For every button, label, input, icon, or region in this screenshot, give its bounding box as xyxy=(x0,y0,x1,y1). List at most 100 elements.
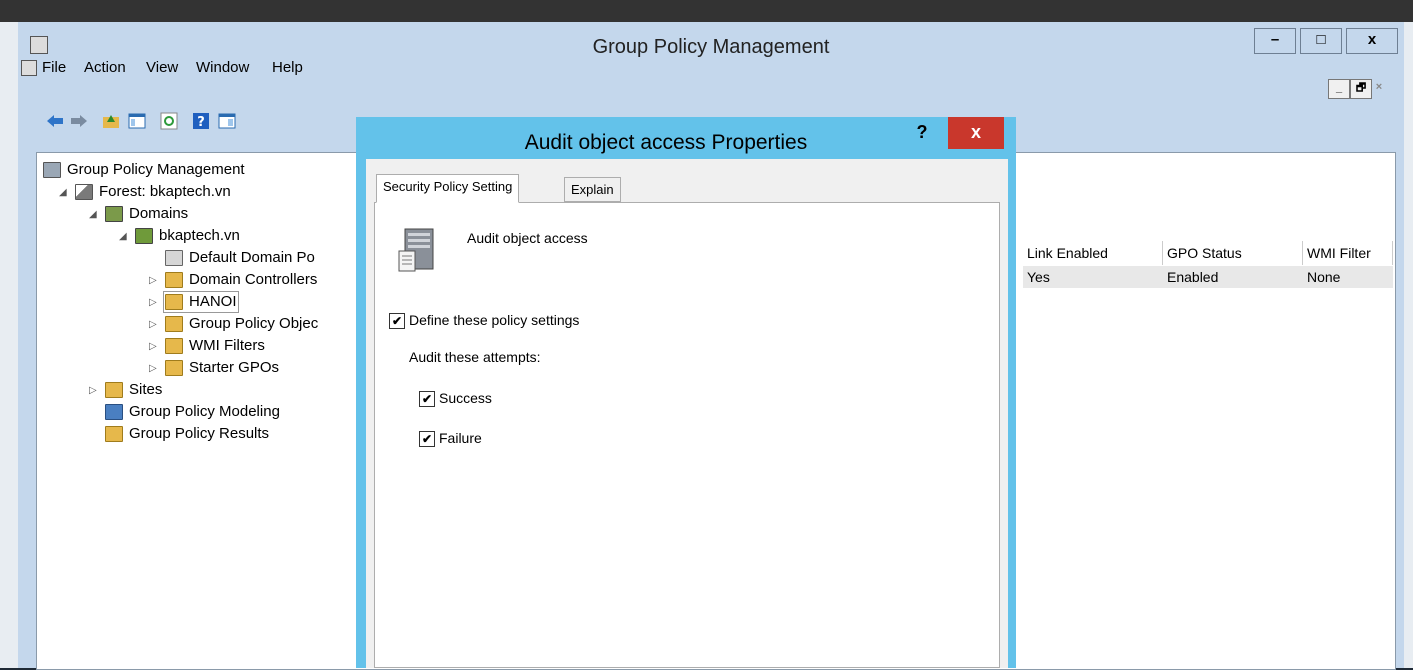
modeling-icon xyxy=(105,404,123,421)
gpo-folder-icon xyxy=(165,316,183,333)
properties-dialog: Audit object access Properties ? x Secur… xyxy=(356,117,1016,668)
audit-attempts-label: Audit these attempts: xyxy=(409,349,541,365)
tree-item-gp-results[interactable]: Group Policy Results xyxy=(105,423,269,445)
define-policy-checkbox[interactable]: ✔ xyxy=(389,313,405,330)
expand-arrow-icon[interactable]: ▷ xyxy=(149,363,157,374)
tree-label: Default Domain Po xyxy=(189,249,315,266)
tree-label: HANOI xyxy=(189,293,237,310)
menu-action[interactable]: Action xyxy=(84,59,126,76)
back-arrow-icon[interactable] xyxy=(46,112,64,130)
tree-item-sites[interactable]: Sites xyxy=(105,379,162,401)
tree-item-domain-controllers[interactable]: Domain Controllers xyxy=(165,269,317,291)
desktop-top-strip xyxy=(0,0,1413,22)
dialog-body: Security Policy Setting Explain Audit ob… xyxy=(366,159,1008,668)
tree-item-hanoi[interactable]: HANOI xyxy=(163,291,239,313)
results-icon xyxy=(105,426,123,443)
forest-icon xyxy=(75,184,93,201)
dialog-close-button[interactable]: x xyxy=(948,117,1004,149)
policy-name: Audit object access xyxy=(467,230,588,246)
success-label: Success xyxy=(439,390,492,406)
tree-label: Starter GPOs xyxy=(189,359,280,376)
console-tree: Group Policy Management ◢ Forest: bkapte… xyxy=(37,153,367,669)
tree-item-domains[interactable]: Domains xyxy=(105,203,188,225)
help-icon[interactable]: ? xyxy=(192,112,210,130)
sites-icon xyxy=(105,382,123,399)
tree-label: Forest: bkaptech.vn xyxy=(99,183,231,200)
table-row[interactable]: Yes Enabled None xyxy=(1023,266,1393,288)
expand-arrow-icon[interactable]: ▷ xyxy=(89,385,97,396)
failure-checkbox[interactable]: ✔ xyxy=(419,431,435,448)
expand-arrow-icon[interactable]: ▷ xyxy=(149,275,157,286)
column-header-wmi-filter[interactable]: WMI Filter xyxy=(1303,241,1393,265)
tree-label: Group Policy Results xyxy=(129,425,270,442)
tree-item-bkaptech[interactable]: bkaptech.vn xyxy=(135,225,240,247)
gpo-link-icon xyxy=(165,250,183,267)
mdi-minimize-button[interactable]: _ xyxy=(1328,79,1350,99)
desktop-right-edge xyxy=(1404,22,1413,668)
mdi-restore-button[interactable]: 🗗 xyxy=(1350,79,1372,99)
tab-panel: Audit object access ✔ Define these policy… xyxy=(374,202,1000,668)
tree-label: Group Policy Management xyxy=(67,161,245,178)
tab-security-policy-setting[interactable]: Security Policy Setting xyxy=(376,174,520,203)
refresh-icon[interactable] xyxy=(160,112,178,130)
cell-wmi-filter: None xyxy=(1307,269,1341,285)
properties-icon[interactable] xyxy=(218,112,236,130)
wmi-folder-icon xyxy=(165,338,183,355)
success-checkbox-row[interactable]: ✔ Success xyxy=(419,389,492,408)
menu-file[interactable]: File xyxy=(42,59,66,76)
server-policy-icon xyxy=(398,228,434,272)
menu-help[interactable]: Help xyxy=(272,59,303,76)
mmc-menu-icon[interactable] xyxy=(21,60,37,76)
define-policy-checkbox-row[interactable]: ✔ Define these policy settings xyxy=(389,311,580,330)
tree-label: WMI Filters xyxy=(189,337,265,354)
tab-explain[interactable]: Explain xyxy=(564,177,621,202)
tree-item-wmi-filters[interactable]: WMI Filters xyxy=(165,335,265,357)
tree-item-forest[interactable]: Forest: bkaptech.vn xyxy=(75,181,231,203)
tree-label: Domain Controllers xyxy=(189,271,318,288)
menu-view[interactable]: View xyxy=(146,59,178,76)
tree-item-default-domain-policy[interactable]: Default Domain Po xyxy=(165,247,315,269)
mdi-close-button[interactable]: × xyxy=(1372,79,1386,97)
close-button[interactable]: x xyxy=(1346,28,1398,54)
maximize-button[interactable]: □ xyxy=(1300,28,1342,54)
cell-link-enabled: Yes xyxy=(1027,269,1050,285)
column-header-link-enabled[interactable]: Link Enabled xyxy=(1023,241,1163,265)
dialog-title: Audit object access Properties xyxy=(524,131,808,154)
ou-folder-icon xyxy=(165,272,183,289)
ou-folder-icon xyxy=(165,294,183,311)
up-folder-icon[interactable] xyxy=(102,112,120,130)
tree-label: Sites xyxy=(129,381,163,398)
tree-item-gpm-root[interactable]: Group Policy Management xyxy=(43,159,245,181)
expand-arrow-icon[interactable]: ▷ xyxy=(149,341,157,352)
collapse-arrow-icon[interactable]: ◢ xyxy=(89,209,97,220)
cell-gpo-status: Enabled xyxy=(1167,269,1219,285)
dialog-help-button[interactable]: ? xyxy=(900,117,944,149)
success-checkbox[interactable]: ✔ xyxy=(419,391,435,408)
define-policy-label: Define these policy settings xyxy=(409,312,580,328)
svg-text:?: ? xyxy=(197,115,205,130)
forward-arrow-icon[interactable] xyxy=(70,112,88,130)
tree-label: bkaptech.vn xyxy=(159,227,240,244)
tree-label: Group Policy Objec xyxy=(189,315,319,332)
collapse-arrow-icon[interactable]: ◢ xyxy=(119,231,127,242)
tree-item-starter-gpos[interactable]: Starter GPOs xyxy=(165,357,279,379)
tree-item-gp-modeling[interactable]: Group Policy Modeling xyxy=(105,401,280,423)
menu-bar: File Action View Window Help xyxy=(18,56,1386,80)
column-header-gpo-status[interactable]: GPO Status xyxy=(1163,241,1303,265)
gpm-console-icon xyxy=(43,162,61,179)
linked-gpo-pane: Link Enabled GPO Status WMI Filter Yes E… xyxy=(1023,153,1393,669)
tree-label: Group Policy Modeling xyxy=(129,403,280,420)
menu-window[interactable]: Window xyxy=(196,59,249,76)
show-hide-tree-icon[interactable] xyxy=(128,112,146,130)
tree-item-group-policy-objects[interactable]: Group Policy Objec xyxy=(165,313,318,335)
minimize-button[interactable]: – xyxy=(1254,28,1296,54)
expand-arrow-icon[interactable]: ▷ xyxy=(149,297,157,308)
desktop-left-edge xyxy=(0,22,18,668)
expand-arrow-icon[interactable]: ▷ xyxy=(149,319,157,330)
domains-icon xyxy=(105,206,123,223)
failure-label: Failure xyxy=(439,430,482,446)
collapse-arrow-icon[interactable]: ◢ xyxy=(59,187,67,198)
failure-checkbox-row[interactable]: ✔ Failure xyxy=(419,429,482,448)
tree-label: Domains xyxy=(129,205,189,222)
starter-folder-icon xyxy=(165,360,183,377)
